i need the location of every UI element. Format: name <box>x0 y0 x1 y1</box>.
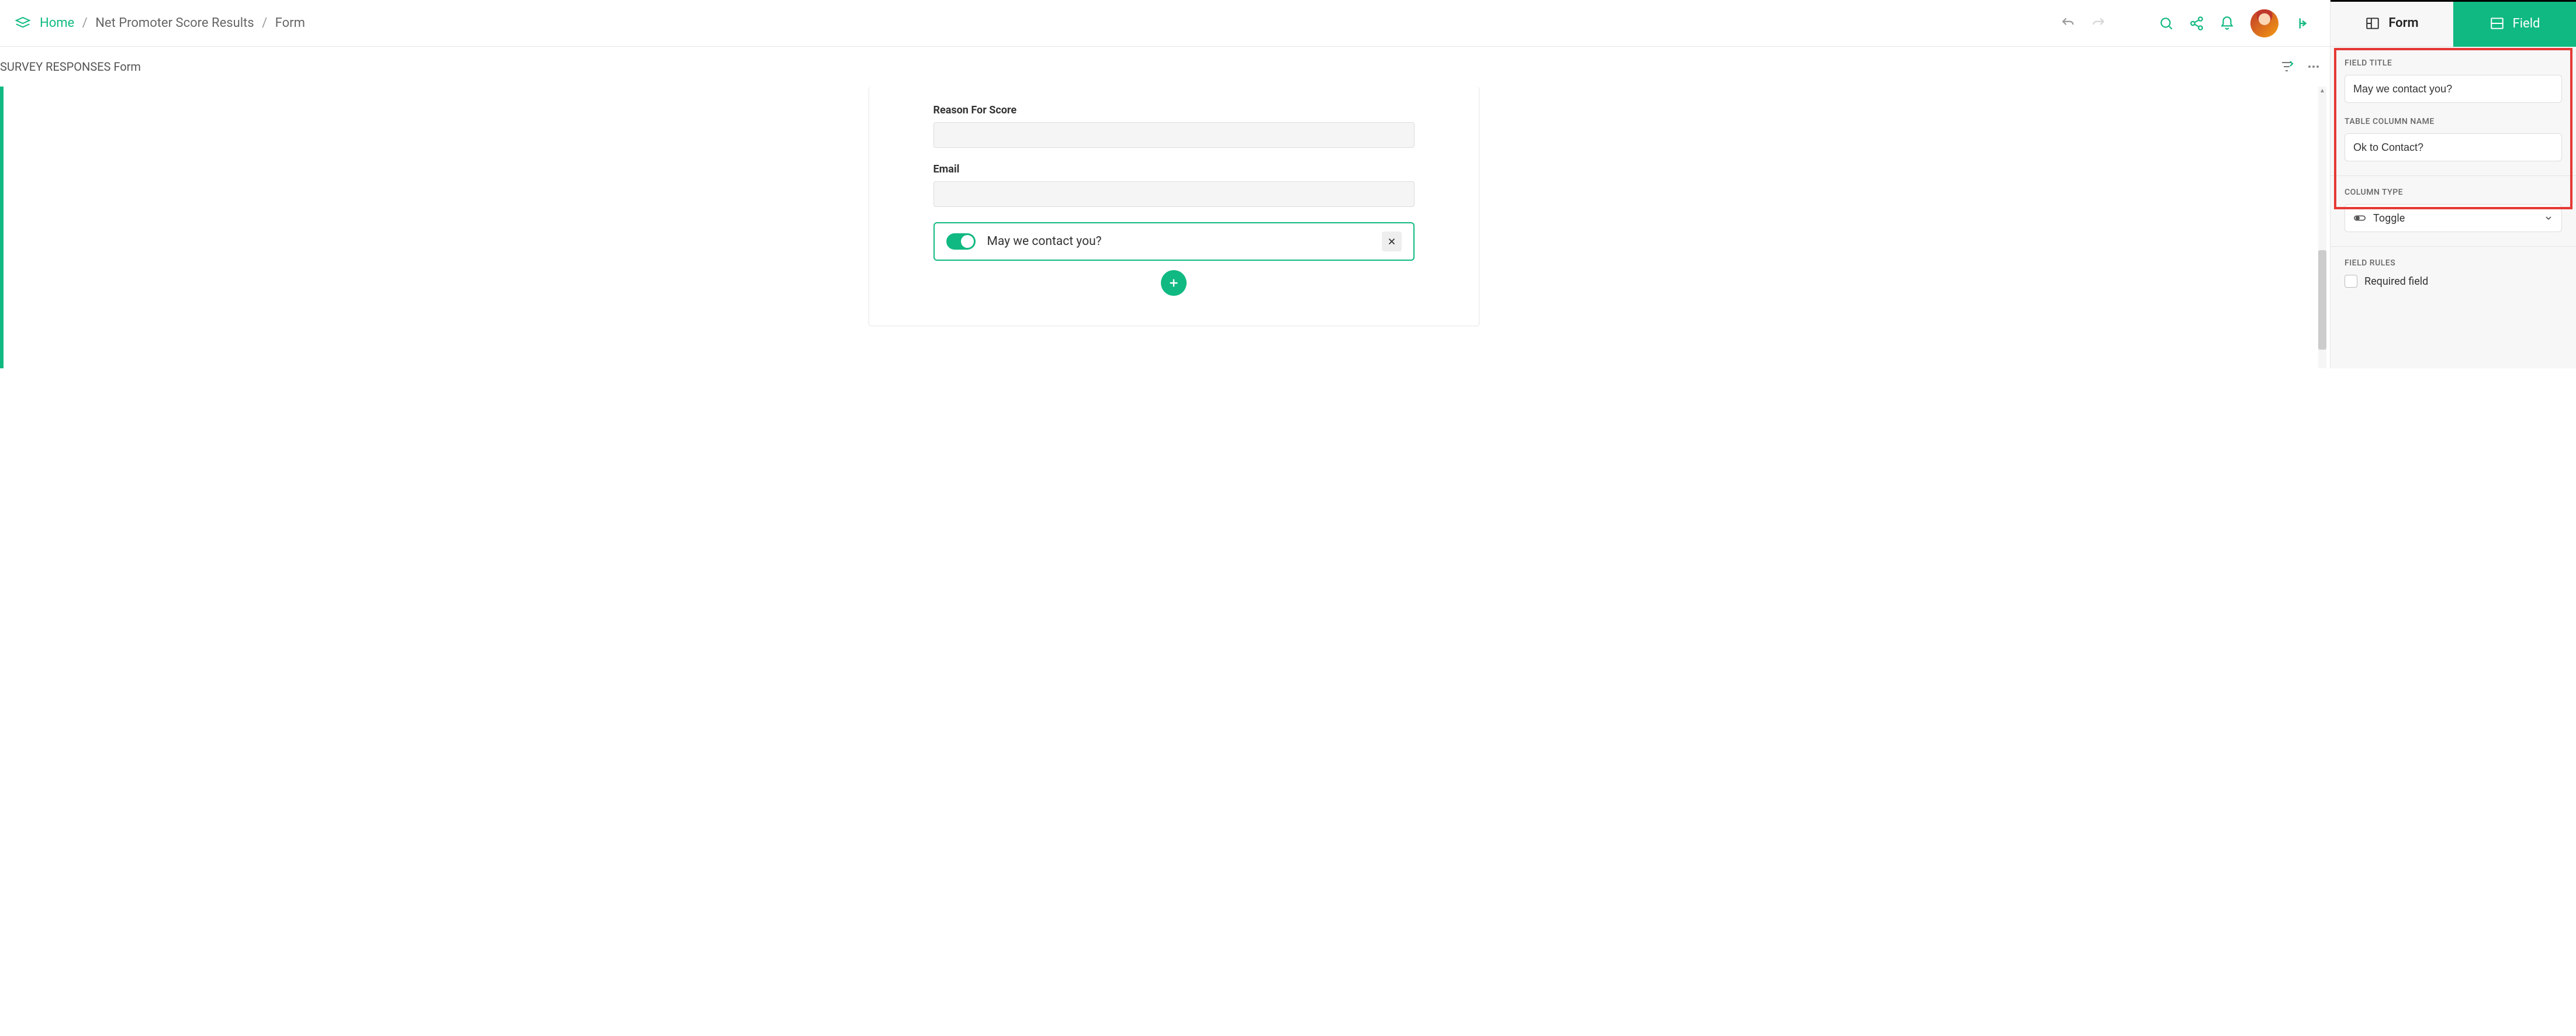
field-label: May we contact you? <box>987 234 1370 248</box>
properties-panel: Form Field FIELD TITLE TABLE COLUMN NAME… <box>2330 0 2576 368</box>
tab-form-label: Form <box>2388 16 2418 30</box>
column-type-select[interactable]: Toggle <box>2345 204 2562 232</box>
app-logo-icon <box>14 15 32 32</box>
required-checkbox[interactable] <box>2345 275 2357 288</box>
exit-icon[interactable] <box>2288 16 2316 31</box>
form-layout-icon <box>2365 16 2380 31</box>
field-title-input[interactable] <box>2345 75 2562 103</box>
tab-field[interactable]: Field <box>2453 0 2576 47</box>
form-field[interactable]: Email <box>933 163 1415 207</box>
text-input[interactable] <box>933 122 1415 148</box>
breadcrumb: Home / Net Promoter Score Results / Form <box>40 16 305 30</box>
text-input[interactable] <box>933 181 1415 207</box>
form-view-title: SURVEY RESPONSES Form <box>0 60 141 74</box>
subheader: SURVEY RESPONSES Form <box>0 47 2330 87</box>
column-type-label: COLUMN TYPE <box>2345 188 2562 197</box>
more-icon[interactable] <box>2303 56 2324 77</box>
remove-field-button[interactable] <box>1382 232 1402 251</box>
tab-form[interactable]: Form <box>2330 0 2453 47</box>
field-title-label: FIELD TITLE <box>2345 58 2562 68</box>
add-field-button[interactable] <box>1161 270 1187 296</box>
column-type-value: Toggle <box>2373 212 2405 225</box>
share-icon[interactable] <box>2183 9 2211 37</box>
form-canvas: ▲ Reason For Score Email May we contact … <box>0 87 2330 368</box>
scrollbar-thumb[interactable] <box>2318 250 2326 350</box>
form-field[interactable]: Reason For Score <box>933 104 1415 148</box>
left-accent <box>0 87 4 368</box>
chevron-down-icon <box>2544 213 2553 223</box>
breadcrumb-sep: / <box>82 16 88 30</box>
form-card: Reason For Score Email May we contact yo… <box>869 87 1479 326</box>
toggle-type-icon <box>2353 212 2366 225</box>
topbar: Home / Net Promoter Score Results / Form <box>0 0 2330 47</box>
bell-icon[interactable] <box>2213 9 2241 37</box>
field-rules-label: FIELD RULES <box>2345 258 2562 268</box>
required-label: Required field <box>2364 275 2428 288</box>
tab-field-label: Field <box>2513 16 2540 31</box>
selected-form-field[interactable]: May we contact you? <box>933 222 1415 261</box>
undo-button[interactable] <box>2054 9 2082 37</box>
redo-button[interactable] <box>2084 9 2112 37</box>
field-label: Email <box>933 163 1415 175</box>
breadcrumb-home[interactable]: Home <box>40 16 74 30</box>
field-label: Reason For Score <box>933 104 1415 116</box>
column-name-input[interactable] <box>2345 133 2562 161</box>
breadcrumb-sep: / <box>262 16 267 30</box>
column-name-label: TABLE COLUMN NAME <box>2345 117 2562 126</box>
scrollbar-track[interactable]: ▲ <box>2318 87 2326 368</box>
field-layout-icon <box>2489 16 2505 31</box>
search-icon[interactable] <box>2152 9 2180 37</box>
filter-icon[interactable] <box>2276 56 2297 77</box>
breadcrumb-leaf: Form <box>275 16 305 30</box>
breadcrumb-mid[interactable]: Net Promoter Score Results <box>95 16 254 30</box>
avatar[interactable] <box>2250 9 2278 37</box>
toggle-switch[interactable] <box>946 233 976 250</box>
side-tabs: Form Field <box>2330 0 2576 47</box>
